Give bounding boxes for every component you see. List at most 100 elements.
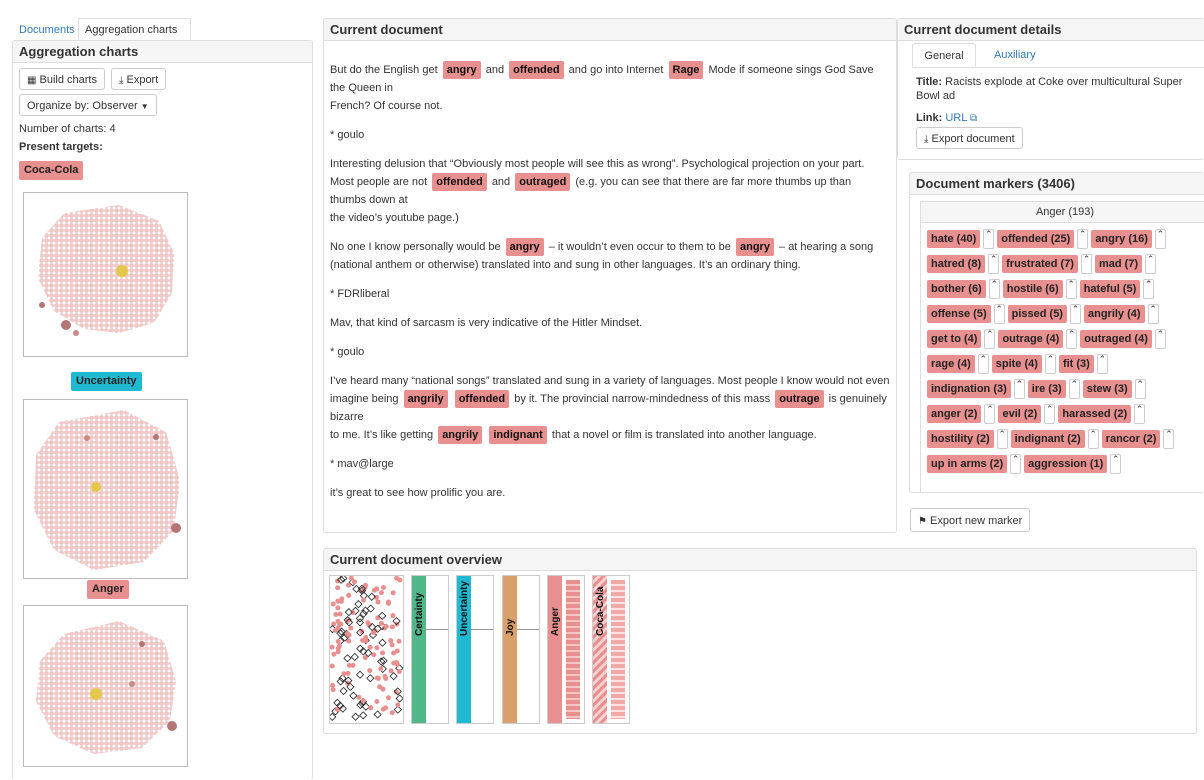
marker-highlight[interactable]: angry xyxy=(442,61,481,79)
marker-highlight[interactable]: angry xyxy=(735,238,774,256)
overview-column-anger[interactable]: Anger xyxy=(547,575,585,724)
marker-stepper-icon[interactable]: ⌃ xyxy=(1069,304,1081,324)
marker-stepper-icon[interactable]: ⌃ xyxy=(988,254,1000,274)
marker-highlight[interactable]: angrily xyxy=(438,426,483,444)
marker-stepper-icon[interactable]: ⌃ xyxy=(996,429,1008,449)
marker-stepper-icon[interactable]: ⌃ xyxy=(1163,429,1175,449)
overview-column-certainty[interactable]: Certainty xyxy=(411,575,449,724)
marker-chip[interactable]: angrily (4) ⌃ xyxy=(1083,304,1159,324)
marker-chip[interactable]: outraged (4) ⌃ xyxy=(1080,329,1166,349)
marker-stepper-icon[interactable]: ⌃ xyxy=(1044,404,1056,424)
target-badge-uncertainty[interactable]: Uncertainty xyxy=(71,372,142,391)
marker-chip[interactable]: hostile (6) ⌃ xyxy=(1002,279,1077,299)
marker-chip[interactable]: hatred (8) ⌃ xyxy=(927,254,1000,274)
marker-highlight[interactable]: offended xyxy=(454,390,510,408)
marker-stepper-icon[interactable]: ⌃ xyxy=(1147,304,1159,324)
target-badge-anger[interactable]: Anger xyxy=(87,580,129,599)
marker-highlight[interactable]: indignant xyxy=(489,426,547,444)
marker-highlight[interactable]: outraged xyxy=(515,173,571,191)
marker-highlight[interactable]: offended xyxy=(432,173,487,191)
marker-stepper-icon[interactable]: ⌃ xyxy=(1065,279,1077,299)
marker-chip[interactable]: spite (4) ⌃ xyxy=(991,354,1056,374)
marker-label: angrily (4) xyxy=(1083,305,1145,323)
scatter-dot xyxy=(335,645,341,651)
marker-stepper-icon[interactable]: ⌃ xyxy=(977,354,989,374)
tab-auxiliary[interactable]: Auxiliary xyxy=(986,43,1044,67)
export-new-marker-button[interactable]: ⚑ Export new marker xyxy=(910,508,1031,532)
marker-chip[interactable]: offense (5) ⌃ xyxy=(927,304,1005,324)
marker-stepper-icon[interactable]: ⌃ xyxy=(988,279,1000,299)
marker-chip[interactable]: hostility (2) ⌃ xyxy=(927,429,1008,449)
scatter-dot xyxy=(394,648,400,654)
marker-stepper-icon[interactable]: ⌃ xyxy=(1066,329,1078,349)
marker-stepper-icon[interactable]: ⌃ xyxy=(1154,229,1166,249)
marker-stepper-icon[interactable]: ⌃ xyxy=(1096,354,1108,374)
marker-stepper-icon[interactable]: ⌃ xyxy=(1087,429,1099,449)
marker-stepper-icon[interactable]: ⌃ xyxy=(1134,404,1146,424)
marker-stepper-icon[interactable]: ⌃ xyxy=(1145,254,1157,274)
overview-scatter-column[interactable] xyxy=(328,574,404,724)
marker-chip[interactable]: angry (16) ⌃ xyxy=(1091,229,1166,249)
marker-stepper-icon[interactable]: ⌃ xyxy=(1110,454,1122,474)
overview-column-joy[interactable]: Joy xyxy=(502,575,540,724)
marker-chip[interactable]: hateful (5) ⌃ xyxy=(1079,279,1155,299)
marker-chip[interactable]: mad (7) ⌃ xyxy=(1094,254,1157,274)
marker-chip[interactable]: indignation (3) ⌃ xyxy=(927,379,1025,399)
marker-group-anger: Anger (193) hate (40) ⌃ offended (25) ⌃ angr… xyxy=(920,201,1204,492)
marker-chip[interactable]: rage (4) ⌃ xyxy=(927,354,989,374)
marker-chip[interactable]: aggression (1) ⌃ xyxy=(1024,454,1122,474)
marker-highlight[interactable]: offended xyxy=(509,61,564,79)
marker-chip[interactable]: rancor (2) ⌃ xyxy=(1101,429,1175,449)
tab-documents[interactable]: Documents xyxy=(12,18,78,40)
marker-stepper-icon[interactable]: ⌃ xyxy=(1154,329,1166,349)
tab-general[interactable]: General xyxy=(912,43,976,67)
tab-aggregation-charts[interactable]: Aggregation charts xyxy=(78,18,191,40)
marker-chip[interactable]: up in arms (2) ⌃ xyxy=(927,454,1022,474)
marker-export-icon: ⚑ xyxy=(918,516,927,527)
marker-chip[interactable]: anger (2) ⌃ xyxy=(927,404,996,424)
marker-chip[interactable]: bother (6) ⌃ xyxy=(927,279,1000,299)
marker-stepper-icon[interactable]: ⌃ xyxy=(984,404,996,424)
marker-stepper-icon[interactable]: ⌃ xyxy=(984,329,996,349)
marker-stepper-icon[interactable]: ⌃ xyxy=(1080,254,1092,274)
aggregation-chart-uncertainty[interactable] xyxy=(23,399,188,579)
scatter-diamond xyxy=(343,654,352,663)
marker-stepper-icon[interactable]: ⌃ xyxy=(993,304,1005,324)
marker-stepper-icon[interactable]: ⌃ xyxy=(1134,379,1146,399)
overview-column-uncertainty[interactable]: Uncertainty xyxy=(456,575,494,724)
marker-stepper-icon[interactable]: ⌃ xyxy=(1143,279,1155,299)
marker-chip[interactable]: offended (25) ⌃ xyxy=(997,229,1089,249)
marker-chip[interactable]: get to (4) ⌃ xyxy=(927,329,996,349)
marker-stepper-icon[interactable]: ⌃ xyxy=(1068,379,1080,399)
marker-chip[interactable]: frustrated (7) ⌃ xyxy=(1002,254,1092,274)
export-charts-button[interactable]: ⤓ Export xyxy=(111,68,167,90)
marker-chip[interactable]: fit (3) ⌃ xyxy=(1058,354,1108,374)
marker-stepper-icon[interactable]: ⌃ xyxy=(1013,379,1025,399)
marker-stepper-icon[interactable]: ⌃ xyxy=(1010,454,1022,474)
build-charts-button[interactable]: ▦ Build charts xyxy=(19,68,105,90)
marker-chip[interactable]: evil (2) ⌃ xyxy=(998,404,1056,424)
marker-highlight[interactable]: angrily xyxy=(403,390,448,408)
target-badge-coca-cola[interactable]: Coca-Cola xyxy=(19,161,84,180)
marker-chip[interactable]: pissed (5) ⌃ xyxy=(1007,304,1081,324)
marker-stepper-icon[interactable]: ⌃ xyxy=(1044,354,1056,374)
marker-chip[interactable]: hate (40) ⌃ xyxy=(927,229,995,249)
marker-chip[interactable]: indignant (2) ⌃ xyxy=(1010,429,1099,449)
marker-highlight[interactable]: angry xyxy=(505,238,544,256)
marker-chip[interactable]: ire (3) ⌃ xyxy=(1027,379,1080,399)
marker-chip[interactable]: harassed (2) ⌃ xyxy=(1058,404,1146,424)
organize-by-dropdown[interactable]: Organize by: Observer ▼ xyxy=(19,94,157,116)
export-document-button[interactable]: ⤓ Export document xyxy=(916,127,1023,149)
marker-stepper-icon[interactable]: ⌃ xyxy=(1077,229,1089,249)
marker-chip[interactable]: outrage (4) ⌃ xyxy=(998,329,1078,349)
aggregation-chart-anger[interactable] xyxy=(23,605,188,767)
aggregation-chart-coca-cola[interactable] xyxy=(23,192,188,357)
panel-title: Document markers (3406) xyxy=(910,173,1204,195)
marker-highlight[interactable]: Rage xyxy=(668,61,704,79)
marker-group-title[interactable]: Anger (193) xyxy=(921,202,1204,223)
marker-chip[interactable]: stew (3) ⌃ xyxy=(1082,379,1146,399)
overview-column-coca-cola[interactable]: Coca-Cola xyxy=(592,575,630,724)
marker-highlight[interactable]: outrage xyxy=(775,390,824,408)
url-link[interactable]: URL xyxy=(945,112,967,124)
marker-stepper-icon[interactable]: ⌃ xyxy=(983,229,995,249)
